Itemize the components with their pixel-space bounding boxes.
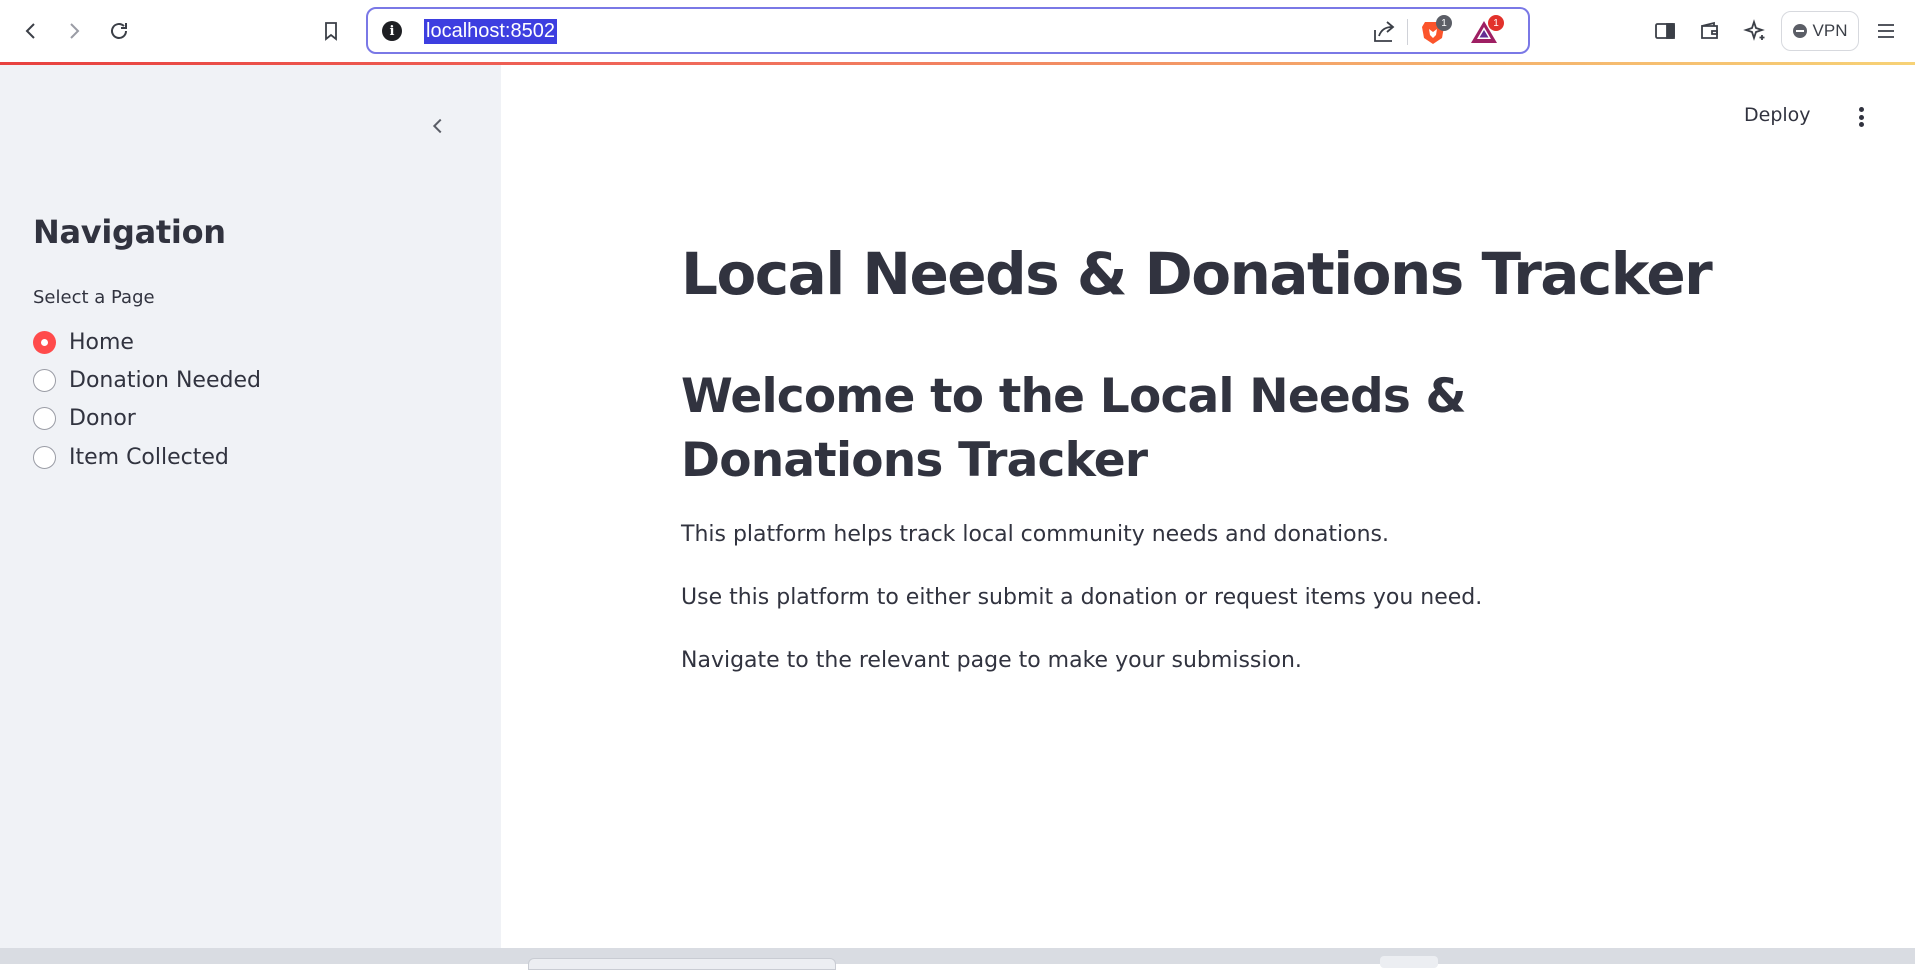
radio-option-label: Item Collected bbox=[69, 445, 229, 470]
radio-option-label: Home bbox=[69, 330, 134, 355]
radio-button[interactable] bbox=[33, 369, 56, 392]
deploy-button[interactable]: Deploy bbox=[1744, 104, 1811, 126]
welcome-heading: Welcome to the Local Needs & Donations T… bbox=[681, 369, 1467, 488]
main-content bbox=[501, 65, 1915, 948]
radio-option-label: Donor bbox=[69, 406, 136, 431]
forward-arrow-icon bbox=[70, 23, 80, 39]
browser-menu-button[interactable] bbox=[1868, 13, 1904, 49]
intro-paragraph: This platform helps track local communit… bbox=[681, 522, 1389, 547]
bookmark-button[interactable] bbox=[313, 13, 349, 49]
radio-button[interactable] bbox=[33, 407, 56, 430]
taskbar-item[interactable] bbox=[528, 958, 836, 970]
back-arrow-icon bbox=[25, 23, 35, 39]
vpn-button[interactable]: VPN bbox=[1781, 11, 1859, 51]
reload-icon bbox=[111, 23, 127, 39]
app-sidebar: Navigation Select a Page Home Donation N… bbox=[0, 65, 501, 948]
more-options-icon[interactable] bbox=[1851, 104, 1871, 130]
sidebar-toggle-button[interactable] bbox=[1647, 13, 1683, 49]
page-title: Local Needs & Donations Tracker bbox=[681, 240, 1713, 308]
chevron-left-icon bbox=[432, 118, 442, 134]
sidebar-title: Navigation bbox=[33, 213, 226, 251]
vpn-status-icon bbox=[1792, 24, 1807, 38]
radio-option-home[interactable]: Home bbox=[33, 330, 134, 355]
hamburger-menu-icon bbox=[1878, 24, 1894, 38]
brave-rewards-button[interactable]: 1 bbox=[1468, 15, 1504, 47]
vpn-label: VPN bbox=[1812, 21, 1848, 40]
address-bar[interactable]: i localhost:8502 1 1 bbox=[366, 7, 1530, 54]
wallet-button[interactable] bbox=[1692, 13, 1728, 49]
address-bar-divider bbox=[1407, 19, 1408, 45]
forward-button[interactable] bbox=[56, 13, 92, 49]
taskbar-item[interactable] bbox=[1380, 956, 1438, 968]
rewards-count-badge: 1 bbox=[1488, 15, 1504, 31]
share-icon[interactable] bbox=[1370, 18, 1398, 46]
bookmark-icon bbox=[325, 22, 337, 41]
brave-shields-button[interactable]: 1 bbox=[1418, 15, 1452, 47]
instruction-paragraph: Use this platform to either submit a don… bbox=[681, 585, 1483, 610]
radio-button-selected[interactable] bbox=[33, 331, 56, 354]
radio-button[interactable] bbox=[33, 446, 56, 469]
sparkle-star-icon bbox=[1743, 19, 1765, 41]
wallet-icon bbox=[1701, 21, 1718, 39]
leo-ai-button[interactable] bbox=[1737, 13, 1773, 49]
radio-option-donor[interactable]: Donor bbox=[33, 406, 136, 431]
shields-count-badge: 1 bbox=[1436, 15, 1452, 31]
back-button[interactable] bbox=[13, 13, 49, 49]
site-info-icon[interactable]: i bbox=[382, 21, 402, 41]
radio-option-item-collected[interactable]: Item Collected bbox=[33, 445, 229, 470]
radio-option-label: Donation Needed bbox=[69, 368, 261, 393]
browser-toolbar: i localhost:8502 1 1 VPN bbox=[0, 0, 1915, 65]
radio-group-label: Select a Page bbox=[33, 287, 155, 308]
collapse-sidebar-button[interactable] bbox=[425, 109, 451, 143]
sidebar-panel-icon bbox=[1655, 23, 1675, 39]
url-text[interactable]: localhost:8502 bbox=[424, 19, 557, 44]
taskbar-strip bbox=[0, 948, 1915, 964]
reload-button[interactable] bbox=[101, 13, 137, 49]
radio-option-donation-needed[interactable]: Donation Needed bbox=[33, 368, 261, 393]
navigate-paragraph: Navigate to the relevant page to make yo… bbox=[681, 648, 1302, 673]
